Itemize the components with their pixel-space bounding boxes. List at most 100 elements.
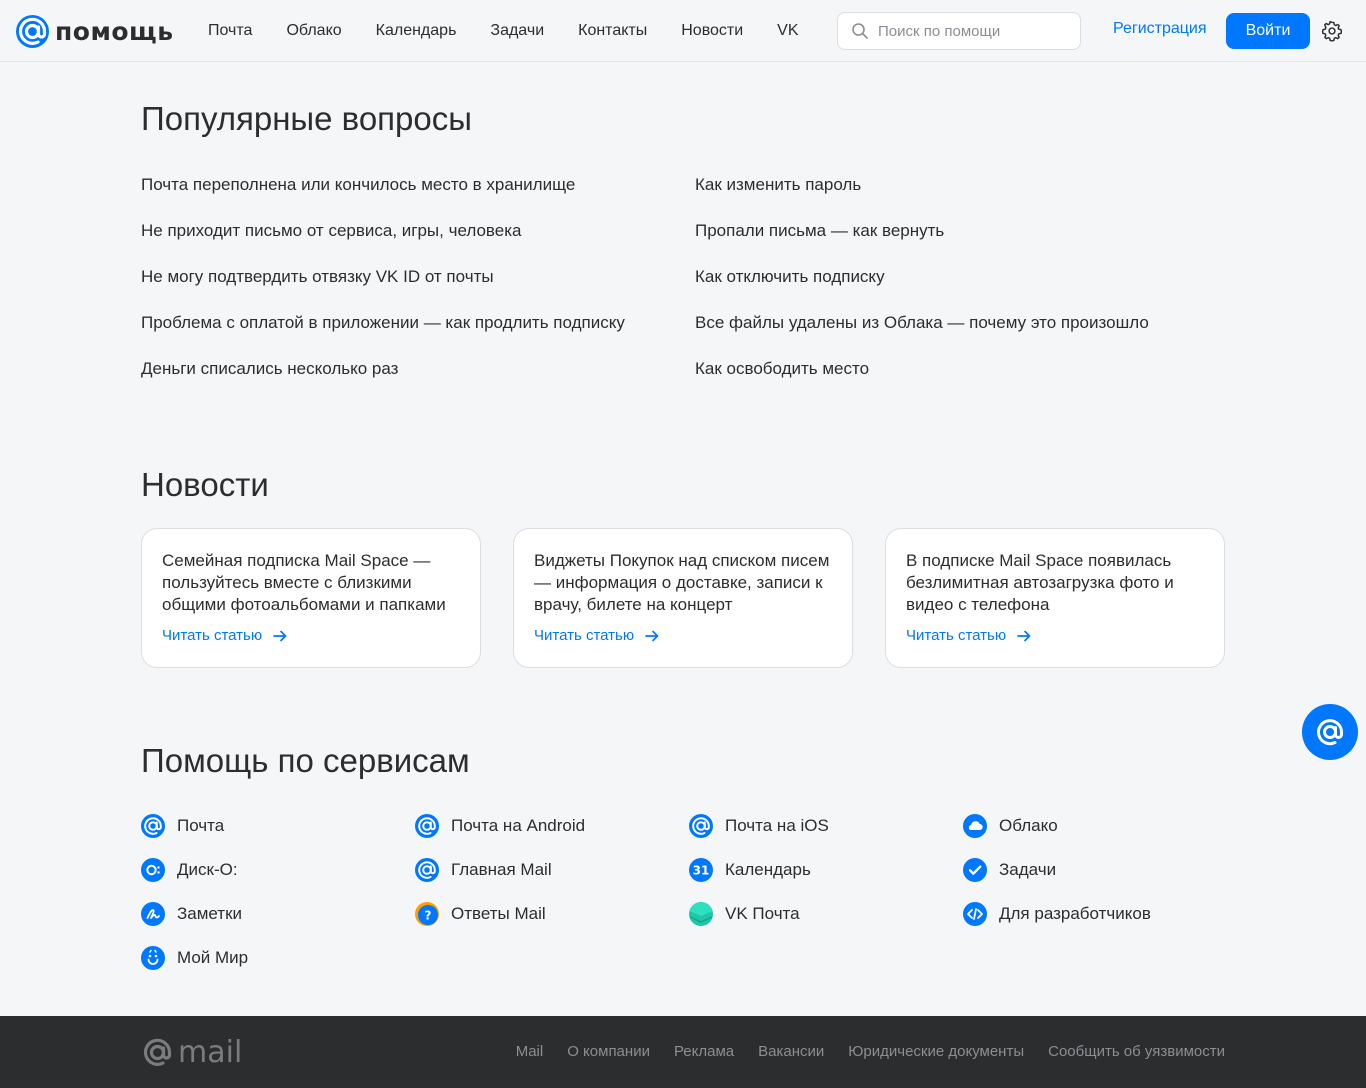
- service-answers[interactable]: ? Ответы Mail: [415, 902, 689, 926]
- arrow-right-icon: [1017, 630, 1031, 641]
- faq-link[interactable]: Все файлы удалены из Облака — почему это…: [695, 312, 1149, 358]
- service-label: Задачи: [999, 860, 1057, 879]
- news-card[interactable]: Семейная подписка Mail Space — пользуйте…: [141, 528, 481, 668]
- login-button[interactable]: Войти: [1226, 13, 1310, 49]
- disk-o-icon: [141, 858, 165, 882]
- news-text: Виджеты Покупок над списком писем — инфо…: [534, 551, 830, 614]
- calendar-icon: 31: [689, 858, 713, 882]
- service-notes[interactable]: Заметки: [141, 902, 415, 926]
- my-world-icon: [141, 946, 165, 970]
- read-article-link[interactable]: Читать статью: [162, 627, 460, 644]
- at-icon: [1317, 719, 1343, 746]
- register-link[interactable]: Регистрация: [1113, 20, 1207, 38]
- developers-icon: [963, 902, 987, 926]
- faq-link[interactable]: Не приходит письмо от сервиса, игры, чел…: [141, 220, 625, 266]
- nav-item-mail[interactable]: Почта: [208, 22, 252, 40]
- service-label: Облако: [999, 816, 1058, 835]
- nav-item-cloud[interactable]: Облако: [286, 22, 341, 40]
- service-label: Мой Мир: [177, 948, 249, 967]
- faq-link[interactable]: Пропали письма — как вернуть: [695, 220, 1149, 266]
- main-nav: Почта Облако Календарь Задачи Контакты Н…: [208, 0, 799, 62]
- service-vk-mail[interactable]: VK Почта: [689, 902, 963, 926]
- service-label: Почта на Android: [451, 816, 586, 835]
- faq-link[interactable]: Почта переполнена или кончилось место в …: [141, 174, 625, 220]
- mail-android-icon: [415, 814, 439, 838]
- nav-item-contacts[interactable]: Контакты: [578, 22, 647, 40]
- service-disk-o[interactable]: Диск-О:: [141, 858, 415, 882]
- service-main-mail[interactable]: Главная Mail: [415, 858, 689, 882]
- footer-link-vulnerability[interactable]: Сообщить об уязвимости: [1048, 1043, 1225, 1060]
- service-mail-ios[interactable]: Почта на iOS: [689, 814, 963, 838]
- search-icon: [852, 23, 868, 39]
- services-title: Помощь по сервисам: [141, 742, 470, 779]
- service-my-world[interactable]: Мой Мир: [141, 946, 415, 970]
- footer-logo-text: mail: [178, 1034, 243, 1070]
- footer-links: Mail О компании Реклама Вакансии Юридиче…: [516, 1043, 1225, 1060]
- service-cloud[interactable]: Облако: [963, 814, 1237, 838]
- service-mail-android[interactable]: Почта на Android: [415, 814, 689, 838]
- notes-icon: [141, 902, 165, 926]
- news-card[interactable]: В подписке Mail Space появилась безлимит…: [885, 528, 1225, 668]
- news-text: В подписке Mail Space появилась безлимит…: [906, 551, 1174, 614]
- service-mail[interactable]: Почта: [141, 814, 415, 838]
- footer-link-legal[interactable]: Юридические документы: [848, 1043, 1024, 1060]
- service-label: VK Почта: [725, 904, 800, 923]
- service-label: Календарь: [725, 860, 811, 879]
- service-developers[interactable]: Для разработчиков: [963, 902, 1237, 926]
- service-calendar[interactable]: 31 Календарь: [689, 858, 963, 882]
- news-title: Новости: [141, 466, 269, 503]
- faq-link[interactable]: Как освободить место: [695, 358, 1149, 404]
- faq-link[interactable]: Не могу подтвердить отвязку VK ID от поч…: [141, 266, 625, 312]
- footer: mail Mail О компании Реклама Вакансии Юр…: [0, 1016, 1366, 1088]
- footer-link-mail[interactable]: Mail: [516, 1043, 544, 1060]
- service-label: Ответы Mail: [451, 904, 546, 923]
- answers-icon: ?: [415, 902, 439, 926]
- search-box: [837, 12, 1081, 50]
- gear-icon[interactable]: [1321, 20, 1343, 42]
- at-logo-icon: [143, 1038, 172, 1066]
- help-logo[interactable]: помощь: [16, 15, 174, 48]
- footer-link-about[interactable]: О компании: [567, 1043, 650, 1060]
- footer-logo[interactable]: mail: [141, 1036, 242, 1069]
- faq-link[interactable]: Проблема с оплатой в приложении — как пр…: [141, 312, 625, 358]
- read-article-label: Читать статью: [906, 627, 1007, 644]
- faq-link[interactable]: Как изменить пароль: [695, 174, 1149, 220]
- faq-link[interactable]: Деньги списались несколько раз: [141, 358, 625, 404]
- popular-questions-title: Популярные вопросы: [141, 100, 472, 137]
- footer-link-ads[interactable]: Реклама: [674, 1043, 734, 1060]
- nav-item-vk[interactable]: VK: [777, 22, 798, 40]
- service-label: Почта: [177, 816, 225, 835]
- arrow-right-icon: [645, 630, 659, 641]
- search-input[interactable]: [878, 22, 1068, 40]
- service-label: Для разработчиков: [999, 904, 1151, 923]
- faq-link[interactable]: Как отключить подписку: [695, 266, 1149, 312]
- footer-link-jobs[interactable]: Вакансии: [758, 1043, 824, 1060]
- svg-text:31: 31: [693, 864, 710, 878]
- nav-item-news[interactable]: Новости: [681, 22, 743, 40]
- read-article-link[interactable]: Читать статью: [534, 627, 832, 644]
- news-text: Семейная подписка Mail Space — пользуйте…: [162, 551, 446, 614]
- services-grid: Почта Почта на Android Почта на iOS Обла…: [141, 814, 1237, 990]
- nav-item-tasks[interactable]: Задачи: [490, 22, 544, 40]
- header: помощь Почта Облако Календарь Задачи Кон…: [0, 0, 1366, 62]
- service-tasks[interactable]: Задачи: [963, 858, 1237, 882]
- svg-text:?: ?: [425, 909, 432, 923]
- service-label: Главная Mail: [451, 860, 552, 879]
- vk-mail-icon: [689, 902, 713, 926]
- mail-icon: [141, 814, 165, 838]
- mail-ios-icon: [689, 814, 713, 838]
- tasks-icon: [963, 858, 987, 882]
- nav-item-calendar[interactable]: Календарь: [376, 22, 457, 40]
- help-chat-button[interactable]: [1302, 704, 1358, 760]
- read-article-label: Читать статью: [162, 627, 263, 644]
- arrow-right-icon: [273, 630, 287, 641]
- read-article-link[interactable]: Читать статью: [906, 627, 1204, 644]
- service-label: Почта на iOS: [725, 816, 829, 835]
- read-article-label: Читать статью: [534, 627, 635, 644]
- logo-text: помощь: [55, 17, 174, 46]
- faq-column-left: Почта переполнена или кончилось место в …: [141, 174, 625, 404]
- main-mail-icon: [415, 858, 439, 882]
- faq-column-right: Как изменить пароль Пропали письма — как…: [695, 174, 1149, 404]
- at-logo-icon: [16, 15, 49, 48]
- news-card[interactable]: Виджеты Покупок над списком писем — инфо…: [513, 528, 853, 668]
